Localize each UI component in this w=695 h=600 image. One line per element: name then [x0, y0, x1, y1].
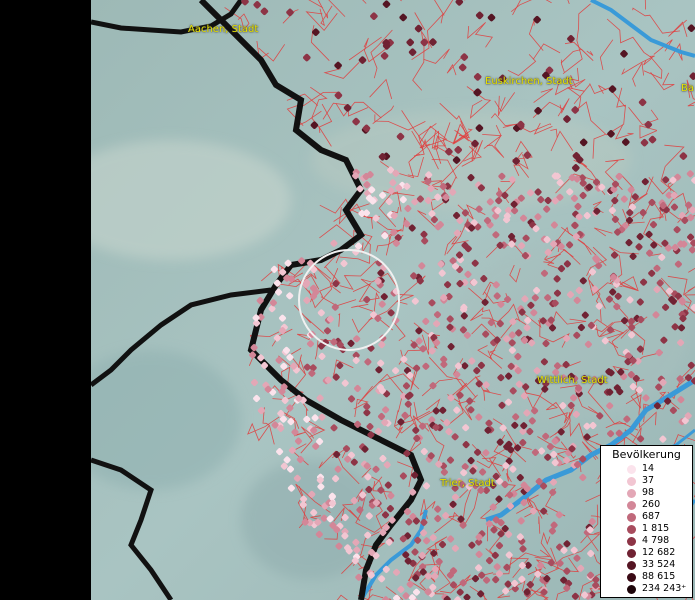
legend-label: 4 798	[642, 535, 670, 546]
legend-swatch	[627, 477, 636, 486]
legend-swatch	[627, 489, 636, 498]
legend-label: 260	[642, 499, 661, 510]
legend-swatch	[627, 549, 636, 558]
legend-row: 14	[601, 463, 692, 475]
legend-label: 33 524	[642, 559, 676, 570]
legend-label: 234 243⁺	[642, 583, 687, 594]
legend-title: Bevölkerung	[612, 448, 681, 461]
legend-row: 260	[601, 499, 692, 511]
legend-swatch	[627, 465, 636, 474]
legend-row: 12 682	[601, 547, 692, 559]
legend-swatch	[627, 573, 636, 582]
legend-row: 88 615	[601, 571, 692, 583]
legend-swatch	[627, 513, 636, 522]
legend-label: 14	[642, 463, 655, 474]
legend-row: 1 815	[601, 523, 692, 535]
legend-label: 1 815	[642, 523, 670, 534]
legend-label: 12 682	[642, 547, 676, 558]
city-label-aachen: Aachen, Stadt	[188, 24, 259, 35]
legend-row: 4 798	[601, 535, 692, 547]
legend-row: 37	[601, 475, 692, 487]
legend-swatch	[627, 537, 636, 546]
legend-row: 33 524	[601, 559, 692, 571]
legend-label: 98	[642, 487, 655, 498]
legend-swatch	[627, 585, 636, 594]
legend: Bevölkerung 14 37 98 260 687 1 815 4 798…	[600, 445, 693, 598]
legend-swatch	[627, 525, 636, 534]
legend-row: 98	[601, 487, 692, 499]
city-label-euskirchen: Euskirchen, Stadt	[485, 76, 573, 87]
city-label-wittlich: Wittlich, Stadt	[537, 375, 608, 386]
left-black-margin	[0, 0, 91, 600]
legend-label: 37	[642, 475, 655, 486]
city-label-trier: Trier, Stadt	[440, 478, 495, 489]
legend-swatch	[627, 561, 636, 570]
legend-label: 687	[642, 511, 661, 522]
legend-label: 88 615	[642, 571, 676, 582]
city-label-ba: Ba	[681, 83, 694, 94]
legend-row: 234 243⁺	[601, 583, 692, 595]
map-viewer: Aachen, Stadt Euskirchen, Stadt Ba Wittl…	[0, 0, 695, 600]
legend-row: 687	[601, 511, 692, 523]
legend-swatch	[627, 501, 636, 510]
